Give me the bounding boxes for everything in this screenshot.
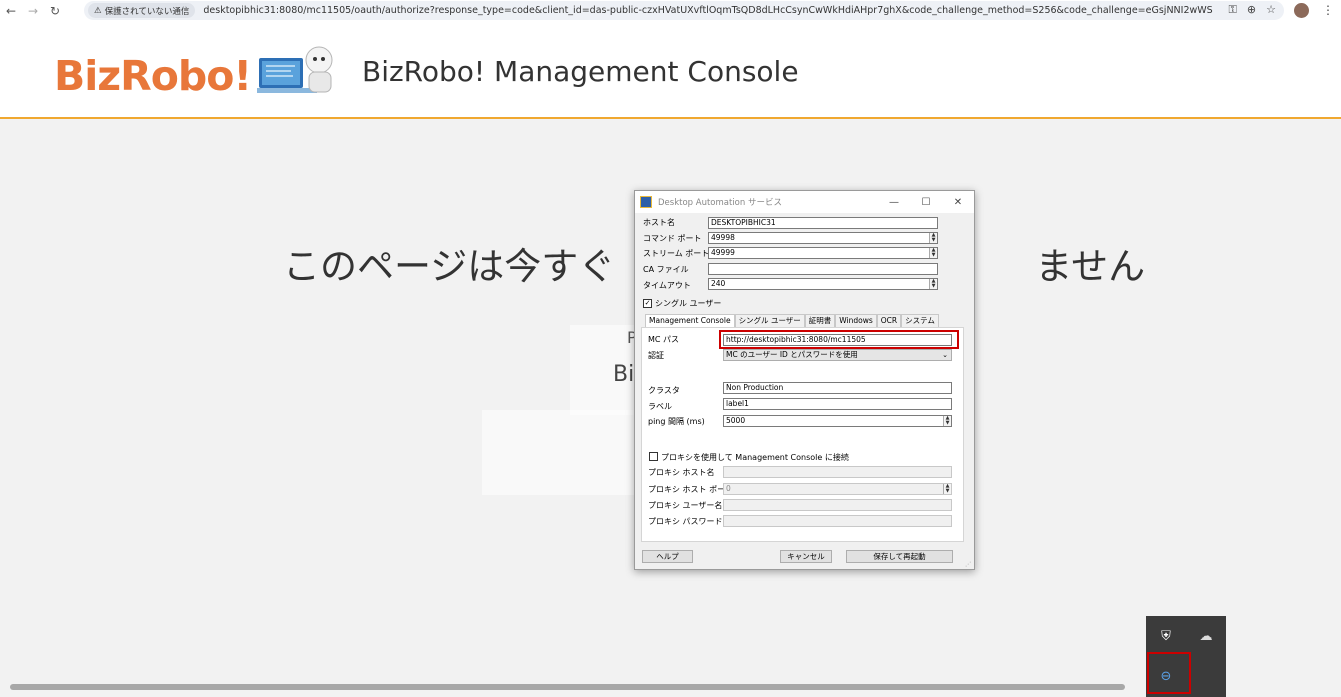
proxy-user-label: プロキシ ユーザー名 (648, 501, 723, 510)
security-label: 保護されていない通信 (104, 6, 190, 17)
tab-single-user[interactable]: シングル ユーザー (734, 314, 805, 327)
page-subtext-2: Bi (613, 362, 635, 387)
ca-file-label: CA ファイル (643, 265, 689, 274)
more-menu-icon[interactable]: ⋮ (1322, 3, 1334, 17)
single-user-checkbox[interactable]: ✓ (643, 299, 652, 308)
key-icon[interactable]: ⚿ (1229, 3, 1237, 17)
command-port-stepper[interactable]: 49998 ▲ ▼ (708, 232, 938, 244)
save-restart-button[interactable]: 保存して再起動 (846, 550, 953, 563)
command-port-label: コマンド ポート (643, 234, 702, 243)
cluster-field[interactable]: Non Production (723, 382, 952, 394)
warning-icon: ⚠ (94, 5, 102, 16)
profile-avatar[interactable] (1294, 3, 1309, 18)
spin-arrows-icon[interactable]: ▲ ▼ (929, 279, 937, 289)
url-text[interactable]: desktopibhic31:8080/mc11505/oauth/author… (203, 5, 1213, 16)
security-chip[interactable]: ⚠ 保護されていない通信 (88, 3, 196, 18)
minimize-icon[interactable]: — (878, 191, 910, 213)
proxy-port-label: プロキシ ホスト ポート (648, 485, 734, 494)
zoom-icon[interactable]: ⊕ (1247, 3, 1256, 17)
robot-logo-icon (257, 46, 333, 93)
proxy-checkbox[interactable] (649, 452, 658, 461)
ping-value: 5000 (726, 416, 746, 425)
stream-port-stepper[interactable]: 49999 ▲ ▼ (708, 247, 938, 259)
dialog-titlebar[interactable]: Desktop Automation サービス — ☐ ✕ (635, 191, 974, 213)
spin-arrows-icon[interactable]: ▲ ▼ (943, 416, 951, 426)
tab-management-console[interactable]: Management Console (645, 314, 735, 328)
cancel-button[interactable]: キャンセル (780, 550, 832, 563)
bizrobo-logo: BizRobo! (54, 52, 252, 100)
auth-value: MC のユーザー ID とパスワードを使用 (726, 350, 858, 359)
star-icon[interactable]: ☆ (1266, 3, 1276, 17)
proxy-password-field[interactable] (723, 515, 952, 527)
timeout-label: タイムアウト (643, 281, 691, 290)
background-overlay (482, 410, 637, 495)
timeout-value: 240 (711, 279, 726, 288)
tray-icon-highlight (1147, 652, 1191, 694)
proxy-user-field[interactable] (723, 499, 952, 511)
label-field[interactable]: label1 (723, 398, 952, 410)
auth-select[interactable]: MC のユーザー ID とパスワードを使用 ⌄ (723, 349, 952, 361)
spin-arrows-icon[interactable]: ▲ ▼ (943, 484, 951, 494)
ca-file-field[interactable] (708, 263, 938, 275)
auth-label: 認証 (648, 351, 664, 360)
proxy-host-field[interactable] (723, 466, 952, 478)
stream-port-label: ストリーム ポート (643, 249, 710, 258)
tab-windows[interactable]: Windows (835, 314, 877, 327)
single-user-label: シングル ユーザー (655, 299, 722, 308)
address-bar[interactable]: ⚠ 保護されていない通信 desktopibhic31:8080/mc11505… (84, 1, 1284, 20)
tab-certificate[interactable]: 証明書 (804, 314, 836, 327)
dialog-tabs: Management Console シングル ユーザー 証明書 Windows… (645, 314, 939, 328)
ping-stepper[interactable]: 5000 ▲ ▼ (723, 415, 952, 427)
system-tray-overflow: ⛨ ☁ ⊖ (1146, 616, 1226, 697)
page-message-left: このページは今すぐ (283, 245, 616, 288)
page-message-right: ません (1035, 245, 1146, 288)
proxy-check-label: プロキシを使用して Management Console に接続 (661, 453, 849, 462)
proxy-port-value: 0 (726, 484, 731, 493)
reload-icon[interactable]: ↻ (44, 0, 66, 22)
horizontal-scrollbar[interactable] (10, 684, 1125, 690)
spin-arrows-icon[interactable]: ▲ ▼ (929, 233, 937, 243)
proxy-host-label: プロキシ ホスト名 (648, 468, 715, 477)
host-label: ホスト名 (643, 218, 675, 227)
host-field[interactable]: DESKTOPIBHIC31 (708, 217, 938, 229)
cluster-label: クラスタ (648, 386, 680, 395)
proxy-password-label: プロキシ パスワード (648, 517, 723, 526)
ping-label: ping 間隔 (ms) (648, 417, 705, 426)
back-icon[interactable]: ← (0, 0, 22, 22)
spin-arrows-icon[interactable]: ▲ ▼ (929, 248, 937, 258)
timeout-stepper[interactable]: 240 ▲ ▼ (708, 278, 938, 290)
forward-icon[interactable]: → (22, 0, 44, 22)
tab-ocr[interactable]: OCR (876, 314, 902, 327)
chevron-down-icon: ⌄ (942, 351, 948, 359)
dialog-title: Desktop Automation サービス (658, 198, 782, 208)
app-icon (640, 196, 652, 208)
page-header: BizRobo! BizRobo! Management Console (0, 22, 1341, 119)
stream-port-value: 49999 (711, 248, 735, 257)
cloud-offline-icon[interactable]: ☁ (1196, 626, 1216, 646)
security-shield-icon[interactable]: ⛨ (1156, 626, 1176, 646)
mc-path-highlight (719, 330, 959, 349)
tab-system[interactable]: システム (901, 314, 939, 327)
label-label: ラベル (648, 402, 672, 411)
command-port-value: 49998 (711, 233, 735, 242)
maximize-icon[interactable]: ☐ (910, 191, 942, 213)
mc-path-label: MC パス (648, 335, 680, 344)
console-title: BizRobo! Management Console (362, 55, 799, 88)
proxy-port-stepper[interactable]: 0 ▲ ▼ (723, 483, 952, 495)
help-button[interactable]: ヘルプ (642, 550, 693, 563)
close-icon[interactable]: ✕ (942, 191, 974, 213)
